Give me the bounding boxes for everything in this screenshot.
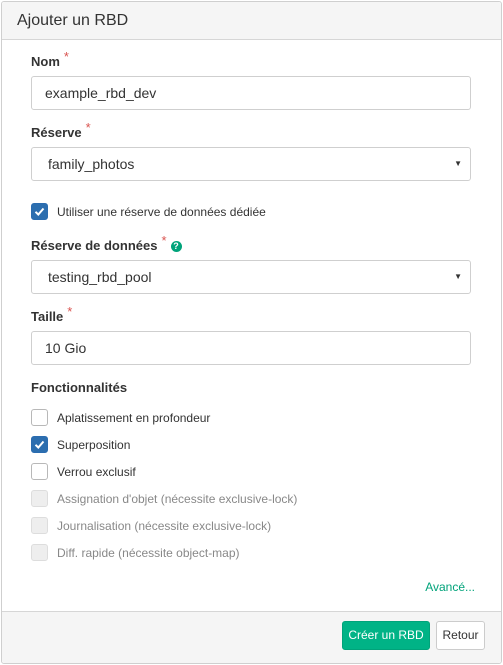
caret-down-icon: ▼ bbox=[454, 272, 462, 281]
dedicated-pool-label: Utiliser une réserve de données dédiée bbox=[57, 205, 266, 219]
caret-down-icon: ▼ bbox=[454, 159, 462, 168]
feature-deep-flatten-checkbox[interactable] bbox=[31, 409, 48, 426]
dialog-title: Ajouter un RBD bbox=[2, 2, 501, 40]
name-label: Nom * bbox=[31, 49, 69, 69]
required-marker: * bbox=[85, 120, 91, 135]
required-marker: * bbox=[63, 49, 69, 64]
create-rbd-button[interactable]: Créer un RBD bbox=[342, 621, 430, 650]
data-pool-select[interactable]: testing_rbd_pool ▼ bbox=[31, 260, 471, 294]
name-input[interactable]: example_rbd_dev bbox=[31, 76, 471, 110]
dedicated-pool-checkbox[interactable] bbox=[31, 203, 48, 220]
feature-exclusive-lock-label: Verrou exclusif bbox=[57, 465, 136, 479]
check-icon bbox=[34, 440, 45, 449]
pool-select-value: family_photos bbox=[48, 156, 135, 172]
check-icon bbox=[34, 207, 45, 216]
size-input[interactable]: 10 Gio bbox=[31, 331, 471, 365]
data-pool-label: Réserve de données *? bbox=[31, 233, 182, 254]
pool-select[interactable]: family_photos ▼ bbox=[31, 147, 471, 181]
size-label: Taille * bbox=[31, 304, 73, 324]
feature-layering-label: Superposition bbox=[57, 438, 131, 452]
back-button[interactable]: Retour bbox=[436, 621, 485, 650]
required-marker: * bbox=[161, 233, 167, 248]
feature-fast-diff-label: Diff. rapide (nécessite object-map) bbox=[57, 546, 240, 560]
feature-exclusive-lock-checkbox[interactable] bbox=[31, 463, 48, 480]
data-pool-select-value: testing_rbd_pool bbox=[48, 269, 152, 285]
advanced-link[interactable]: Avancé... bbox=[425, 580, 475, 594]
feature-journaling-checkbox bbox=[31, 517, 48, 534]
feature-fast-diff-checkbox bbox=[31, 544, 48, 561]
feature-journaling-label: Journalisation (nécessite exclusive-lock… bbox=[57, 519, 272, 533]
required-marker: * bbox=[67, 304, 73, 319]
pool-label: Réserve * bbox=[31, 120, 91, 140]
features-label: Fonctionnalités bbox=[31, 380, 128, 395]
help-icon[interactable]: ? bbox=[170, 241, 182, 252]
feature-layering-checkbox[interactable] bbox=[31, 436, 48, 453]
feature-deep-flatten-label: Aplatissement en profondeur bbox=[57, 411, 211, 425]
feature-object-map-checkbox bbox=[31, 490, 48, 507]
feature-object-map-label: Assignation d'objet (nécessite exclusive… bbox=[57, 492, 298, 506]
